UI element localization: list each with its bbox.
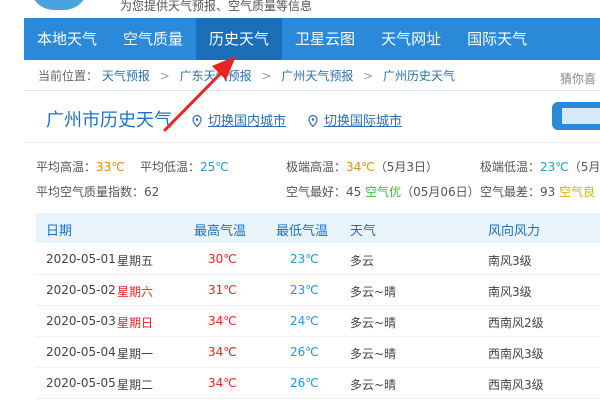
breadcrumb: 当前位置： 天气预报 > 广东天气预报 > 广州天气预报 > 广州历史天气 [38, 67, 455, 84]
page-title: 广州市历史天气 [46, 110, 172, 131]
cell-weekday: 星期二 [117, 378, 154, 392]
row-divider [36, 367, 600, 368]
site-slogan: 为您提供天气预报、空气质量等信息 [120, 0, 313, 13]
switch-international-label: 切换国际城市 [324, 114, 403, 129]
cell-low: 26℃ [290, 376, 319, 390]
annotation-arrow [163, 56, 236, 132]
cell-wind: 南风3级 [488, 285, 532, 299]
cell-date: 2020-05-05 [46, 376, 116, 390]
guess-you-like-label[interactable]: 猜你喜 [560, 70, 596, 87]
nav-item-local-weather[interactable]: 本地天气 [24, 18, 110, 60]
cell-weather: 多云~晴 [350, 285, 397, 299]
extreme-low-stat: 极端低温：23℃（5月 [480, 158, 600, 175]
row-divider [36, 398, 600, 399]
avg-low-stat: 平均低温：25℃ [140, 158, 229, 175]
page: 为您提供天气预报、空气质量等信息 本地天气 空气质量 历史天气 卫星云图 天气网… [0, 0, 600, 400]
cell-low: 23℃ [290, 283, 319, 297]
extreme-low-value: 23℃ [540, 160, 569, 174]
cell-high: 34℃ [208, 314, 237, 328]
cell-wind: 南风3级 [488, 254, 532, 268]
breadcrumb-link-guangzhou[interactable]: 广州天气预报 [281, 69, 353, 83]
air-best-value: 45 [346, 185, 362, 199]
col-header-low: 最低气温 [276, 224, 329, 239]
cell-date: 2020-05-03 [46, 314, 116, 328]
extreme-low-date: （5月 [568, 160, 600, 174]
avg-high-label: 平均高温： [36, 160, 97, 174]
cell-wind: 西南风3级 [488, 378, 544, 392]
switch-domestic-label: 切换国内城市 [208, 114, 287, 129]
cell-weather: 多云~晴 [350, 378, 397, 392]
breadcrumb-prefix: 当前位置： [38, 69, 99, 83]
divider [24, 90, 600, 91]
cell-weekday: 星期五 [117, 254, 154, 268]
top-header: 为您提供天气预报、空气质量等信息 [0, 0, 600, 16]
extreme-low-label: 极端低温： [480, 160, 541, 174]
air-best-level: 空气优 [365, 185, 402, 199]
cell-weather: 多云~晴 [350, 347, 397, 361]
air-worst-date: （0 [595, 185, 600, 199]
col-header-high: 最高气温 [194, 224, 247, 239]
breadcrumb-separator: > [159, 69, 170, 83]
avg-high-value: 33℃ [96, 160, 125, 174]
cell-high: 34℃ [208, 376, 237, 390]
switch-international-link[interactable]: 切换国际城市 [308, 110, 402, 129]
cell-wind: 西南风3级 [488, 347, 544, 361]
cell-low: 24℃ [290, 314, 319, 328]
nav-item-satellite[interactable]: 卫星云图 [282, 18, 368, 60]
air-worst-stat: 空气最差：93 空气良（0 [480, 183, 600, 200]
cell-date: 2020-05-02 [46, 283, 116, 297]
cell-weather: 多云~晴 [350, 316, 397, 330]
right-action-button-mask [562, 108, 600, 124]
nav-item-air-quality[interactable]: 空气质量 [110, 18, 196, 60]
breadcrumb-link-guangdong[interactable]: 广东天气预报 [180, 69, 252, 83]
extreme-high-value: 34℃ [346, 160, 375, 174]
breadcrumb-link-forecast[interactable]: 天气预报 [102, 69, 150, 83]
breadcrumb-separator: > [363, 69, 374, 83]
aqi-avg-label: 平均空气质量指数： [36, 185, 145, 199]
site-logo[interactable] [30, 0, 88, 10]
cell-date: 2020-05-04 [46, 345, 116, 359]
location-pin-icon [192, 115, 202, 127]
avg-low-value: 25℃ [200, 160, 229, 174]
extreme-high-label: 极端高温： [286, 160, 347, 174]
cell-high: 34℃ [208, 345, 237, 359]
cell-high: 30℃ [208, 252, 237, 266]
breadcrumb-separator: > [261, 69, 272, 83]
cell-low: 26℃ [290, 345, 319, 359]
row-divider [36, 274, 600, 275]
cell-date: 2020-05-01 [46, 252, 116, 266]
col-header-wind: 风向风力 [488, 224, 541, 239]
cell-high: 31℃ [208, 283, 237, 297]
air-best-stat: 空气最好：45 空气优（05月06日） [286, 183, 480, 200]
cell-wind: 西南风2级 [488, 316, 544, 330]
extreme-high-stat: 极端高温：34℃（5月3日） [286, 158, 438, 175]
air-worst-label: 空气最差： [480, 185, 541, 199]
cell-weekday: 星期一 [117, 347, 154, 361]
cell-weather: 多云 [350, 254, 375, 268]
avg-high-stat: 平均高温：33℃ [36, 158, 125, 175]
col-header-weather: 天气 [350, 224, 377, 239]
nav-item-international[interactable]: 国际天气 [454, 18, 540, 60]
air-worst-value: 93 [540, 185, 556, 199]
nav-item-history-weather[interactable]: 历史天气 [196, 18, 283, 60]
nav-item-weather-sites[interactable]: 天气网址 [368, 18, 454, 60]
cell-weekday: 星期六 [117, 285, 154, 299]
aqi-avg-value: 62 [144, 185, 160, 199]
air-best-date: （05月06日） [401, 185, 480, 199]
col-header-date: 日期 [46, 224, 73, 239]
avg-low-label: 平均低温： [140, 160, 201, 174]
breadcrumb-link-guangzhou-history[interactable]: 广州历史天气 [383, 69, 455, 83]
cell-low: 23℃ [290, 252, 319, 266]
row-divider [36, 305, 600, 306]
aqi-avg-stat: 平均空气质量指数：62 [36, 183, 159, 200]
extreme-high-date: （5月3日） [374, 160, 439, 174]
cell-weekday: 星期日 [117, 316, 154, 330]
switch-domestic-link[interactable]: 切换国内城市 [192, 110, 286, 129]
air-best-label: 空气最好： [286, 185, 347, 199]
location-pin-icon [308, 115, 318, 127]
main-nav: 本地天气 空气质量 历史天气 卫星云图 天气网址 国际天气 [24, 18, 600, 60]
divider [24, 142, 600, 143]
air-worst-level: 空气良 [559, 185, 596, 199]
row-divider [36, 336, 600, 337]
